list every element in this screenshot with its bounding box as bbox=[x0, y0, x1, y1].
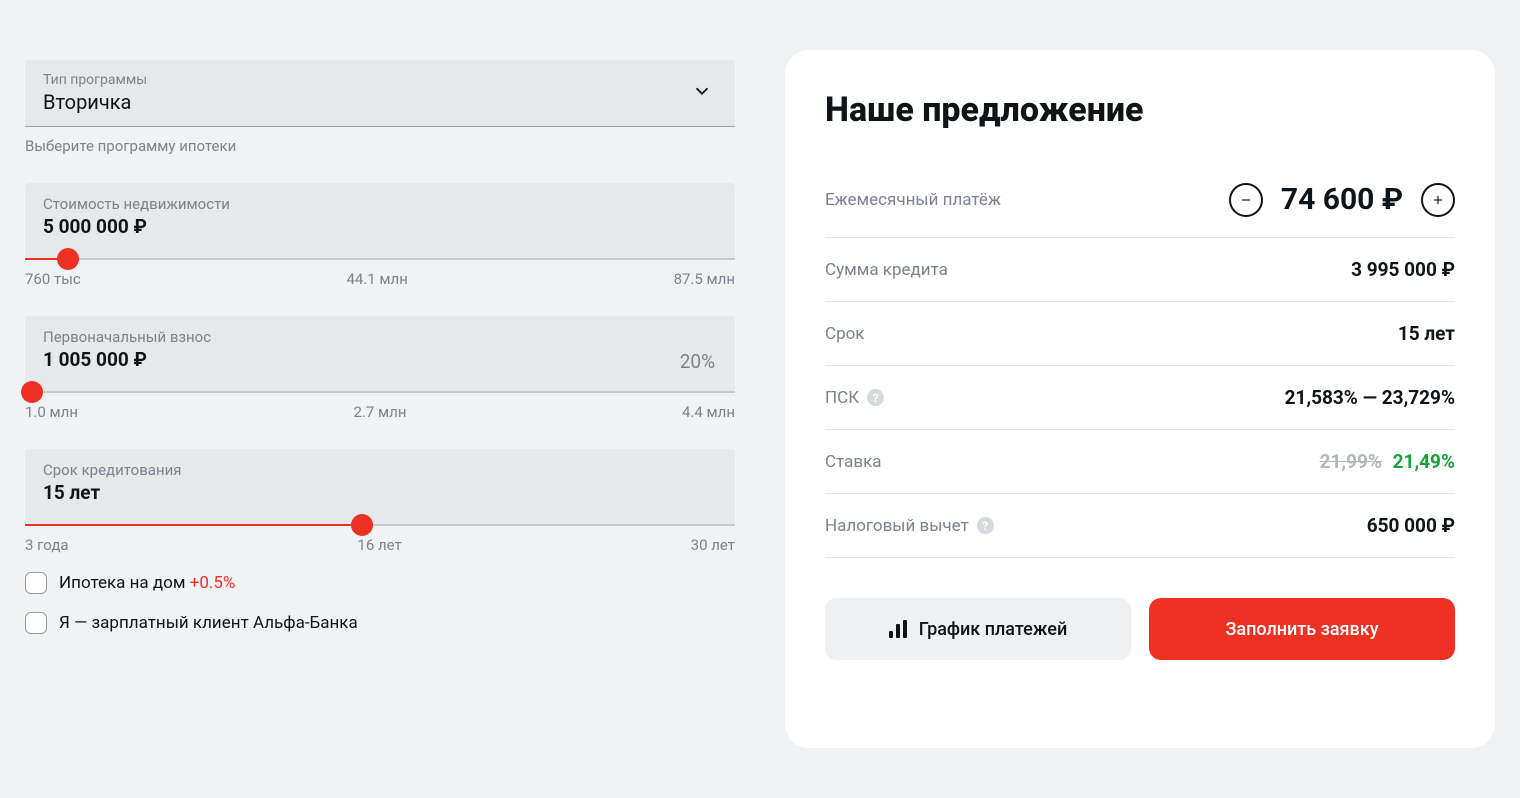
property-price-slider[interactable]: Стоимость недвижимости 5 000 000 ₽ 760 т… bbox=[25, 183, 735, 288]
house-mortgage-checkbox-row[interactable]: Ипотека на дом +0.5% bbox=[25, 572, 735, 594]
checkbox-icon[interactable] bbox=[25, 612, 47, 634]
slider-track[interactable] bbox=[25, 391, 735, 393]
monthly-payment-row: Ежемесячный платёж 74 600 ₽ bbox=[825, 162, 1455, 238]
downpayment-value: 1 005 000 ₽ bbox=[43, 348, 717, 371]
loan-amount-row: Сумма кредита 3 995 000 ₽ bbox=[825, 238, 1455, 302]
rate-label: Ставка bbox=[825, 452, 882, 472]
slider-thumb[interactable] bbox=[57, 248, 79, 270]
offer-card: Наше предложение Ежемесячный платёж 74 6… bbox=[785, 50, 1495, 748]
checkbox-label: Я — зарплатный клиент Альфа-Банка bbox=[59, 613, 358, 633]
offer-term-value: 15 лет bbox=[1398, 322, 1455, 345]
term-label: Срок кредитования bbox=[43, 461, 717, 479]
rate-new: 21,49% bbox=[1393, 450, 1455, 473]
slider-thumb[interactable] bbox=[21, 381, 43, 403]
checkbox-label: Ипотека на дом +0.5% bbox=[59, 573, 235, 593]
program-label: Тип программы bbox=[43, 72, 717, 88]
checkbox-icon[interactable] bbox=[25, 572, 47, 594]
offer-title: Наше предложение bbox=[825, 90, 1455, 130]
schedule-button[interactable]: График платежей bbox=[825, 598, 1131, 660]
offer-panel: Наше предложение Ежемесячный платёж 74 6… bbox=[785, 50, 1495, 748]
slider-track[interactable] bbox=[25, 524, 735, 526]
psk-label: ПСК ? bbox=[825, 388, 884, 408]
salary-client-checkbox-row[interactable]: Я — зарплатный клиент Альфа-Банка bbox=[25, 612, 735, 634]
property-value: 5 000 000 ₽ bbox=[43, 215, 717, 238]
property-label: Стоимость недвижимости bbox=[43, 195, 717, 213]
offer-term-label: Срок bbox=[825, 324, 865, 344]
rate-value: 21,99% 21,49% bbox=[1320, 450, 1455, 473]
apply-button[interactable]: Заполнить заявку bbox=[1149, 598, 1455, 660]
psk-value: 21,583% — 23,729% bbox=[1285, 386, 1455, 409]
calculator-form: Тип программы Вторичка Выберите программ… bbox=[25, 50, 735, 748]
tax-label: Налоговый вычет ? bbox=[825, 516, 994, 536]
program-hint: Выберите программу ипотеки bbox=[25, 137, 735, 155]
slider-thumb[interactable] bbox=[351, 514, 373, 536]
downpayment-percent: 20% bbox=[680, 350, 715, 373]
info-icon[interactable]: ? bbox=[867, 389, 884, 406]
info-icon[interactable]: ? bbox=[977, 517, 994, 534]
downpayment-label: Первоначальный взнос bbox=[43, 328, 717, 346]
program-select[interactable]: Тип программы Вторичка bbox=[25, 60, 735, 127]
rate-addon: +0.5% bbox=[190, 573, 236, 593]
slider-fill bbox=[25, 524, 362, 526]
tax-value: 650 000 ₽ bbox=[1367, 514, 1455, 537]
slider-marks: 760 тыс 44.1 млн 87.5 млн bbox=[25, 270, 735, 288]
rate-old: 21,99% bbox=[1320, 450, 1382, 473]
increase-button[interactable] bbox=[1421, 183, 1455, 217]
term-value: 15 лет bbox=[43, 481, 717, 504]
loan-amount-value: 3 995 000 ₽ bbox=[1351, 258, 1455, 281]
chart-bars-icon bbox=[889, 620, 907, 638]
tax-row: Налоговый вычет ? 650 000 ₽ bbox=[825, 494, 1455, 558]
slider-marks: 3 года 16 лет 30 лет bbox=[25, 536, 735, 554]
program-value: Вторичка bbox=[43, 90, 717, 114]
term-slider[interactable]: Срок кредитования 15 лет 3 года 16 лет 3… bbox=[25, 449, 735, 554]
rate-row: Ставка 21,99% 21,49% bbox=[825, 430, 1455, 494]
decrease-button[interactable] bbox=[1229, 183, 1263, 217]
monthly-payment-value: 74 600 ₽ bbox=[1281, 182, 1403, 217]
slider-track[interactable] bbox=[25, 258, 735, 260]
monthly-payment-label: Ежемесячный платёж bbox=[825, 190, 1001, 210]
loan-amount-label: Сумма кредита bbox=[825, 260, 948, 280]
psk-row: ПСК ? 21,583% — 23,729% bbox=[825, 366, 1455, 430]
offer-term-row: Срок 15 лет bbox=[825, 302, 1455, 366]
chevron-down-icon bbox=[691, 80, 713, 106]
slider-marks: 1.0 млн 2.7 млн 4.4 млн bbox=[25, 403, 735, 421]
downpayment-slider[interactable]: Первоначальный взнос 1 005 000 ₽ 20% 1.0… bbox=[25, 316, 735, 421]
